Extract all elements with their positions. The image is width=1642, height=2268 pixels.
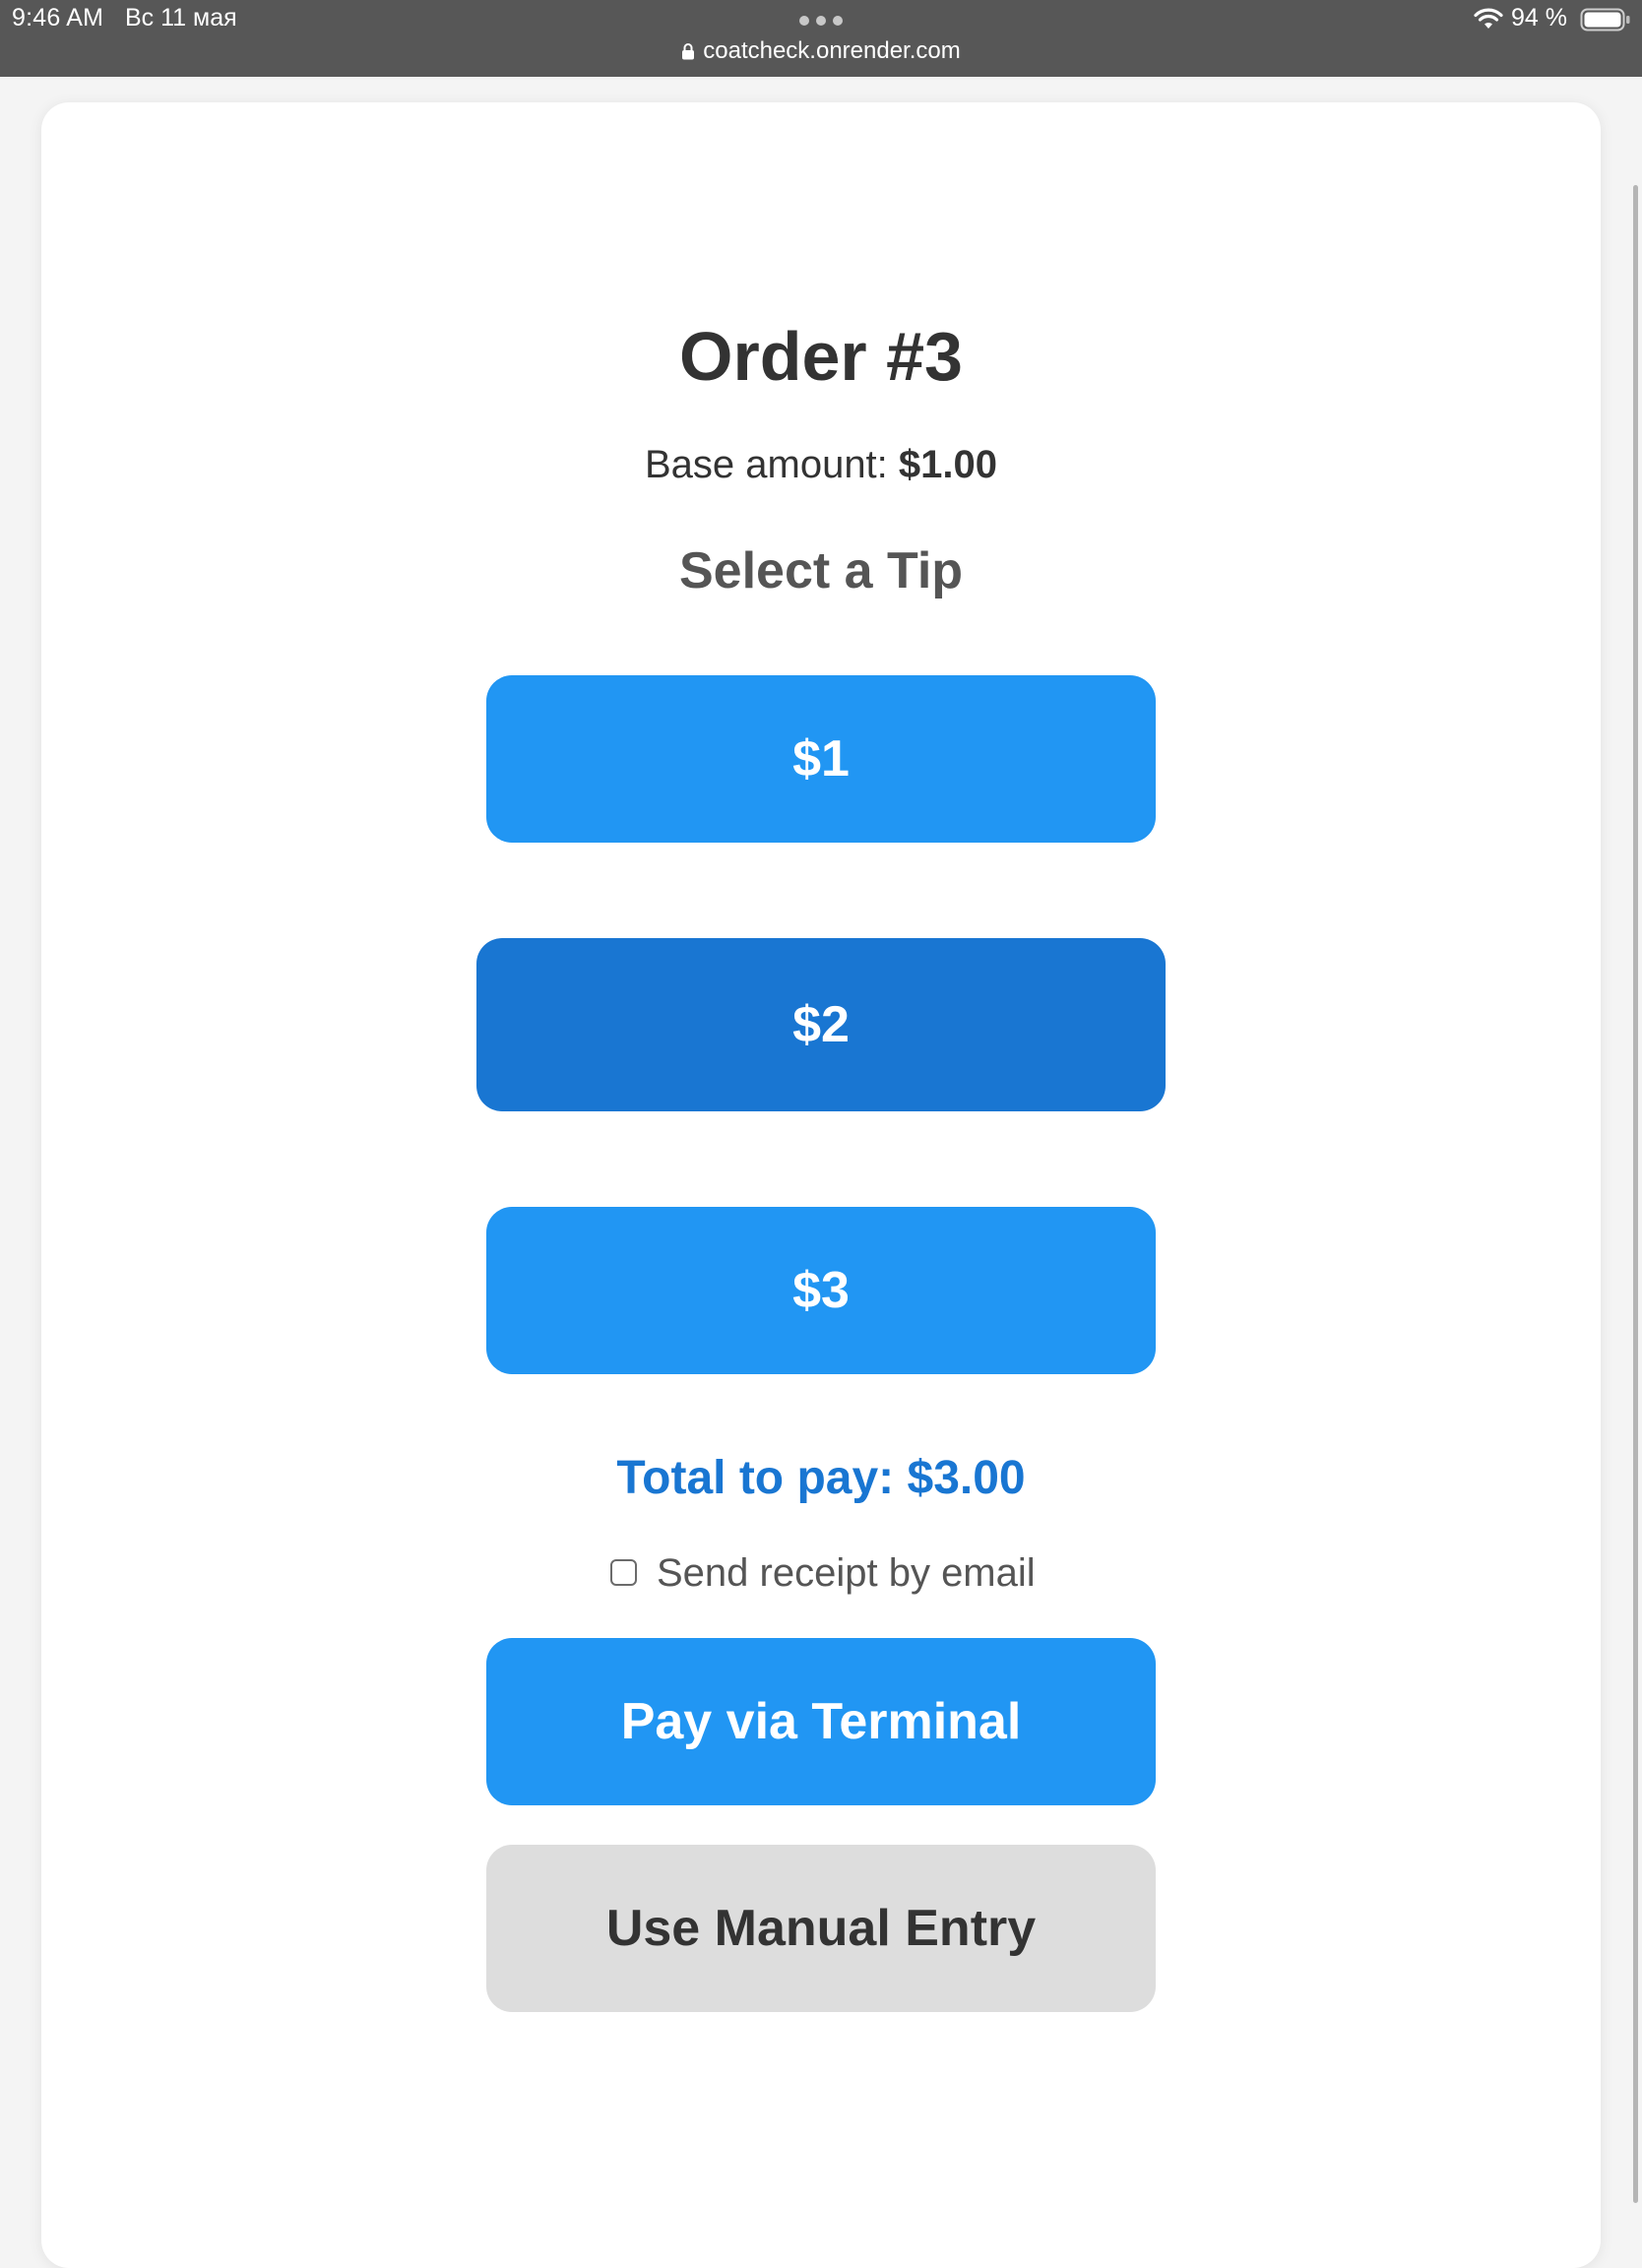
tip-button-1[interactable]: $1 [486,675,1156,843]
tip-button-2[interactable]: $2 [476,938,1166,1111]
url-text: coatcheck.onrender.com [703,37,961,64]
email-receipt-checkbox[interactable] [610,1559,637,1586]
multitasking-dots-icon[interactable] [799,16,843,26]
base-amount-value: $1.00 [898,443,998,486]
status-time: 9:46 AM [12,4,104,32]
battery-icon [1580,8,1630,32]
base-amount: Base amount: $1.00 [0,443,1642,487]
total-to-pay: Total to pay: $3.00 [616,1452,1026,1504]
pay-via-terminal-button[interactable]: Pay via Terminal [486,1638,1156,1805]
manual-entry-button[interactable]: Use Manual Entry [486,1845,1156,2012]
tip-button-3[interactable]: $3 [486,1207,1156,1374]
email-receipt-label: Send receipt by email [657,1551,1036,1595]
base-amount-label: Base amount: [644,443,888,486]
page-title: Order #3 [679,318,963,395]
page-scrollbar[interactable] [1633,185,1638,2203]
tip-heading: Select a Tip [678,542,964,599]
status-date: Вс 11 мая [125,4,237,32]
browser-status-bar: 9:46 AM Вс 11 мая 94 % coatcheck.onrende… [0,0,1642,77]
lock-icon [682,43,695,60]
wifi-icon [1474,8,1503,29]
battery-percent: 94 % [1511,4,1567,32]
address-bar[interactable]: coatcheck.onrender.com [0,37,1642,65]
